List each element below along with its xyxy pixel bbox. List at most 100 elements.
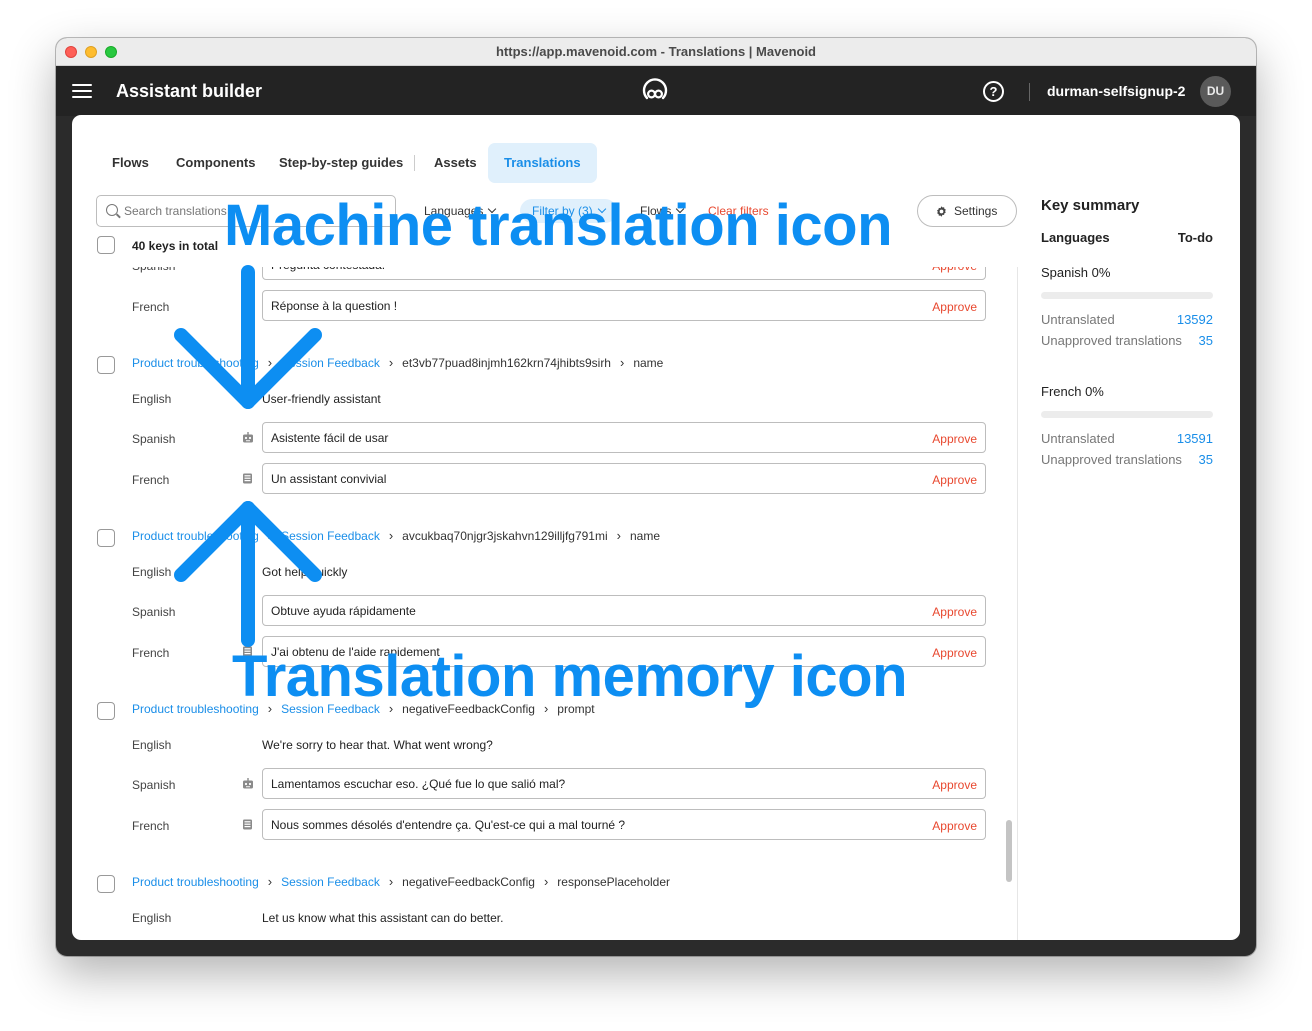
breadcrumb-separator: ›	[543, 874, 549, 889]
row-checkbox[interactable]	[97, 702, 115, 720]
tab-flows[interactable]: Flows	[112, 143, 149, 183]
translation-value[interactable]: Pregunta contestada.	[271, 267, 385, 272]
approve-button[interactable]: Approve	[932, 819, 977, 833]
select-all-checkbox[interactable]	[97, 236, 115, 254]
translation-value[interactable]: Nous sommes désolés d'entendre ça. Qu'es…	[271, 818, 625, 832]
tab-translations[interactable]: Translations	[488, 143, 597, 183]
breadcrumb-link[interactable]: Product troubleshooting	[132, 356, 259, 370]
window-title: https://app.mavenoid.com - Translations …	[495, 44, 817, 59]
language-label: French	[132, 473, 170, 487]
summary-language: French 0% Untranslated 13591 Unapproved tra…	[1041, 384, 1213, 484]
translation-list[interactable]: Spanish Pregunta contestada. Approve French…	[72, 267, 1016, 940]
untranslated-label: Untranslated	[1041, 431, 1115, 446]
approve-button[interactable]: Approve	[932, 473, 977, 487]
source-text: We're sorry to hear that. What went wron…	[262, 738, 493, 752]
summary-untranslated-row: Untranslated 13591	[1041, 431, 1213, 447]
language-label: French	[132, 819, 170, 833]
breadcrumb: Product troubleshooting › Session Feedback…	[132, 874, 670, 889]
translation-value[interactable]: Lamentamos escuchar eso. ¿Qué fue lo que…	[271, 777, 565, 791]
breadcrumb: Product troubleshooting › Session Feedback…	[132, 528, 660, 543]
translation-input[interactable]: Obtuve ayuda rápidamente Approve	[262, 595, 986, 626]
summary-unapproved-row: Unapproved translations 35	[1041, 333, 1213, 349]
summary-language-name: French 0%	[1041, 384, 1104, 399]
settings-button[interactable]: Settings	[917, 195, 1017, 227]
unapproved-count[interactable]: 35	[1199, 333, 1213, 348]
machine-translation-annotation: Machine translation icon	[224, 193, 893, 258]
translation-input[interactable]: Lamentamos escuchar eso. ¿Qué fue lo que…	[262, 768, 986, 799]
breadcrumb: Product troubleshooting › Session Feedback…	[132, 355, 663, 370]
help-icon[interactable]: ?	[983, 81, 1004, 102]
translation-value[interactable]: Asistente fácil de usar	[271, 431, 388, 445]
untranslated-count[interactable]: 13592	[1177, 312, 1213, 327]
approve-button[interactable]: Approve	[932, 267, 977, 273]
translation-memory-icon	[243, 819, 252, 830]
untranslated-label: Untranslated	[1041, 312, 1115, 327]
breadcrumb-link[interactable]: Product troubleshooting	[132, 529, 259, 543]
language-label: Spanish	[132, 432, 176, 446]
avatar[interactable]: DU	[1200, 76, 1231, 107]
hamburger-menu-icon[interactable]	[72, 84, 92, 98]
row-checkbox[interactable]	[97, 529, 115, 547]
breadcrumb-separator: ›	[388, 355, 394, 370]
summary-unapproved-row: Unapproved translations 35	[1041, 452, 1213, 468]
list-scrollbar[interactable]	[1006, 820, 1012, 882]
machine-translation-icon	[243, 432, 253, 443]
tab-assets[interactable]: Assets	[434, 143, 477, 183]
language-label: English	[132, 565, 172, 579]
translation-value[interactable]: Réponse à la question !	[271, 299, 397, 313]
translation-value[interactable]: Obtuve ayuda rápidamente	[271, 604, 416, 618]
language-label: Spanish	[132, 605, 176, 619]
key-summary-title: Key summary	[1041, 197, 1140, 214]
breadcrumb-separator: ›	[388, 874, 394, 889]
keys-total: 40 keys in total	[132, 239, 219, 253]
row-checkbox[interactable]	[97, 875, 115, 893]
summary-language-name: Spanish 0%	[1041, 265, 1111, 280]
language-label: French	[132, 300, 170, 314]
window-titlebar: https://app.mavenoid.com - Translations …	[56, 38, 1256, 66]
untranslated-count[interactable]: 13591	[1177, 431, 1213, 446]
source-text: Let us know what this assistant can do b…	[262, 911, 504, 925]
source-text: Got help quickly	[262, 565, 348, 579]
breadcrumb-key: et3vb77puad8injmh162krn74jhibts9sirh	[402, 356, 611, 370]
row-checkbox[interactable]	[97, 356, 115, 374]
translation-input[interactable]: Un assistant convivial Approve	[262, 463, 986, 494]
approve-button[interactable]: Approve	[932, 646, 977, 660]
mavenoid-logo-icon[interactable]	[639, 75, 671, 107]
breadcrumb-key: responsePlaceholder	[557, 875, 671, 889]
translation-input[interactable]: Réponse à la question ! Approve	[262, 290, 986, 321]
header-divider	[1029, 83, 1030, 101]
breadcrumb-key: name	[629, 529, 661, 543]
settings-label: Settings	[954, 204, 998, 218]
source-text: User-friendly assistant	[262, 392, 381, 406]
translation-value[interactable]: Un assistant convivial	[271, 472, 386, 486]
breadcrumb-link[interactable]: Session Feedback	[281, 356, 380, 370]
breadcrumb-separator: ›	[267, 528, 273, 543]
translation-input[interactable]: Asistente fácil de usar Approve	[262, 422, 986, 453]
approve-button[interactable]: Approve	[932, 605, 977, 619]
unapproved-count[interactable]: 35	[1199, 452, 1213, 467]
tab-components[interactable]: Components	[176, 143, 255, 183]
translation-memory-annotation: Translation memory icon	[232, 644, 908, 709]
breadcrumb-link[interactable]: Session Feedback	[281, 875, 380, 889]
breadcrumb-link[interactable]: Session Feedback	[281, 529, 380, 543]
app-title: Assistant builder	[116, 81, 263, 101]
account-name[interactable]: durman-selfsignup-2	[1047, 83, 1185, 99]
language-label: Spanish	[132, 267, 175, 273]
summary-progress-bar	[1041, 292, 1213, 299]
breadcrumb-separator: ›	[267, 874, 273, 889]
language-label: English	[132, 911, 172, 925]
key-summary-header: Languages To-do	[1041, 230, 1213, 246]
machine-translation-icon	[243, 778, 253, 789]
approve-button[interactable]: Approve	[932, 778, 977, 792]
tab-step-by-step-guides[interactable]: Step-by-step guides	[279, 143, 403, 183]
approve-button[interactable]: Approve	[932, 300, 977, 314]
language-label: English	[132, 738, 172, 752]
translation-input[interactable]: Pregunta contestada. Approve	[262, 267, 986, 280]
approve-button[interactable]: Approve	[932, 432, 977, 446]
breadcrumb-key: name	[633, 356, 664, 370]
breadcrumb-separator: ›	[267, 355, 273, 370]
translation-input[interactable]: Nous sommes désolés d'entendre ça. Qu'es…	[262, 809, 986, 840]
breadcrumb-link[interactable]: Product troubleshooting	[132, 875, 259, 889]
languages-column-header: Languages	[1041, 230, 1110, 245]
language-label: English	[132, 392, 172, 406]
